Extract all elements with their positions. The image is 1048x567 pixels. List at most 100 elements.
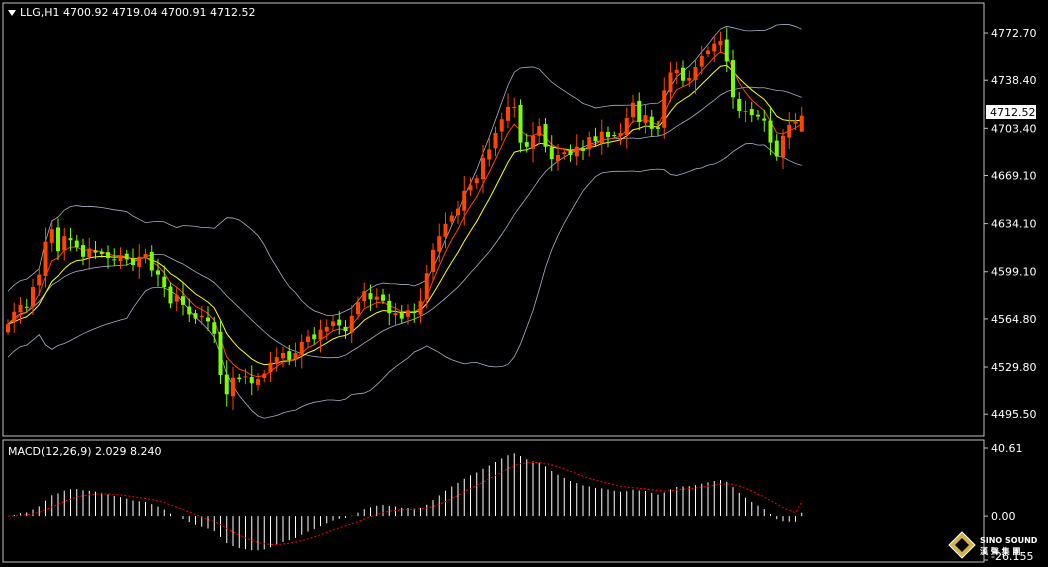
candle-body [443, 223, 448, 237]
candle-body [762, 118, 767, 121]
candle-body [562, 152, 567, 155]
candle-body [218, 331, 223, 375]
candle-body [568, 150, 573, 155]
candle-body [531, 135, 535, 149]
candle-body [787, 124, 792, 138]
candle-body [549, 147, 554, 160]
candle-body [112, 259, 117, 261]
macd-label: MACD(12,26,9) 2.029 8.240 [8, 445, 162, 458]
chart-background [0, 0, 1048, 567]
candle-body [618, 133, 623, 136]
candle-body [149, 251, 154, 271]
candle-body [768, 120, 773, 143]
candle-body [706, 50, 710, 55]
candle-body [299, 342, 304, 356]
candle-body [774, 140, 779, 157]
candle-body [749, 109, 754, 116]
candle-body [262, 373, 267, 378]
candle-body [181, 296, 185, 305]
candle-body [31, 287, 35, 307]
candle-body [631, 102, 635, 118]
price-tick-label: 4529.80 [991, 361, 1037, 374]
candle-body [274, 357, 279, 365]
candle-body [574, 146, 579, 157]
candle-body [474, 178, 479, 184]
price-tick-label: 4495.50 [991, 408, 1037, 421]
candle-body [387, 300, 392, 314]
candle-body [524, 142, 529, 147]
candle-body [512, 106, 517, 108]
candle-body [399, 312, 404, 319]
candle-body [68, 238, 73, 241]
candle-body [281, 353, 285, 359]
candle-body [418, 300, 423, 315]
price-tick-label: 4599.10 [991, 266, 1037, 279]
candle-body [118, 255, 123, 262]
candle-body [581, 148, 585, 151]
candle-body [699, 56, 704, 67]
candle-body [412, 311, 417, 314]
candle-body [6, 324, 10, 333]
logo-subtitle: 漢 聲 集 團 [980, 546, 1020, 556]
candle-body [212, 322, 217, 334]
candle-body [493, 133, 498, 149]
symbol-ohlc-label: LLG,H1 4700.92 4719.04 4700.91 4712.52 [20, 6, 256, 19]
candle-body [374, 296, 379, 300]
candle-body [731, 60, 735, 98]
candle-body [324, 326, 329, 332]
candle-body [249, 377, 254, 384]
current-price-tag: 4712.52 [986, 105, 1036, 119]
price-axis: 4772.70 4738.40 4703.40 4669.10 4634.10 4599.… [984, 27, 1037, 421]
candle-body [137, 256, 142, 267]
candle-body [468, 185, 473, 191]
candle-body [681, 67, 685, 81]
candle-body [518, 104, 523, 143]
candle-body [381, 294, 385, 301]
candle-body [724, 39, 729, 62]
candle-body [318, 329, 323, 340]
candle-body [643, 115, 648, 124]
candle-body [712, 43, 717, 52]
logo-title: SINO SOUND [980, 536, 1038, 545]
candle-body [743, 111, 748, 112]
candle-body [543, 124, 548, 147]
candle-body [662, 90, 667, 128]
candle-body [437, 236, 442, 252]
candle-body [174, 295, 179, 302]
candle-body [431, 249, 435, 273]
candle-body [87, 248, 92, 257]
candle-body [799, 115, 804, 132]
trading-chart[interactable]: 4772.70 4738.40 4703.40 4669.10 4634.10 4599.… [0, 0, 1048, 567]
candle-body [462, 190, 467, 211]
candle-body [331, 321, 335, 327]
candle-body [637, 100, 642, 122]
candle-body [793, 122, 798, 124]
candle-body [487, 149, 492, 160]
candle-body [93, 250, 98, 253]
candle-body [499, 119, 504, 132]
candle-body [106, 252, 110, 259]
candle-body [656, 127, 660, 129]
candle-body [624, 117, 629, 136]
macd-tick-label: 40.61 [991, 442, 1023, 455]
candle-body [649, 116, 654, 129]
candle-body [424, 273, 429, 300]
candle-body [49, 229, 54, 243]
candle-body [599, 131, 604, 144]
macd-tick-label: 0.00 [991, 510, 1016, 523]
symbol-header: LLG,H1 4700.92 4719.04 4700.91 4712.52 [8, 6, 256, 19]
candle-body [349, 315, 354, 333]
candle-body [506, 106, 510, 121]
candle-body [287, 351, 292, 360]
candle-body [556, 155, 560, 162]
candle-body [131, 258, 135, 265]
candle-body [312, 334, 317, 340]
macd-header: MACD(12,26,9) 2.029 8.240 [8, 445, 162, 458]
price-tick-label: 4703.40 [991, 122, 1037, 135]
candle-body [362, 291, 367, 302]
candle-body [456, 208, 460, 216]
candle-body [606, 131, 610, 138]
candle-body [593, 136, 598, 142]
candle-body [156, 270, 160, 275]
candle-body [12, 311, 17, 323]
